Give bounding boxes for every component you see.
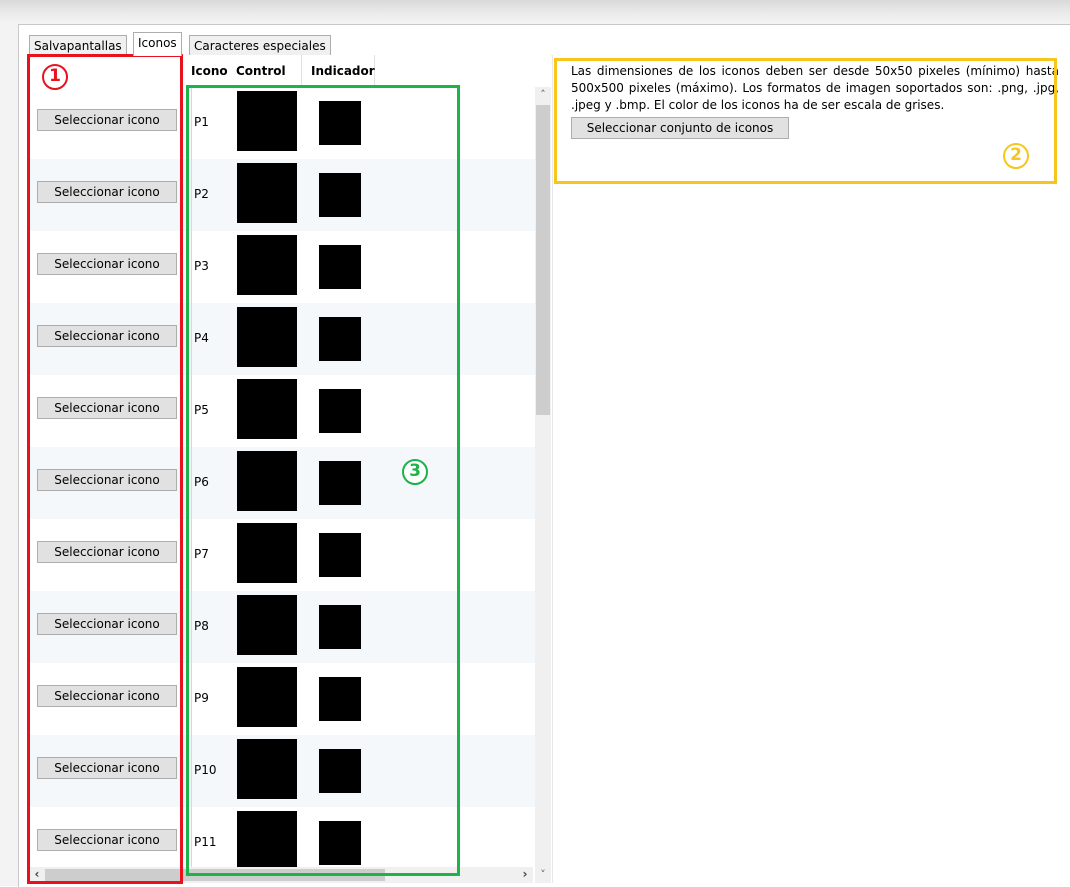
control-icon-preview — [237, 91, 297, 151]
table-row: Seleccionar icono P4 — [29, 303, 549, 375]
column-header-control: Control — [232, 55, 302, 87]
table-row: Seleccionar icono P8 — [29, 591, 549, 663]
indicator-icon-preview — [319, 245, 361, 289]
select-icon-button[interactable]: Seleccionar icono — [37, 757, 177, 779]
indicator-icon-preview — [319, 533, 361, 577]
indicator-icon-preview — [319, 389, 361, 433]
indicator-icon-preview — [319, 677, 361, 721]
settings-window: Salvapantallas Iconos Caracteres especia… — [18, 24, 1070, 887]
select-icon-button[interactable]: Seleccionar icono — [37, 613, 177, 635]
control-icon-preview — [237, 667, 297, 727]
select-icon-button[interactable]: Seleccionar icono — [37, 829, 177, 851]
row-label: P2 — [191, 159, 235, 231]
column-header-icono: Icono — [191, 64, 228, 78]
row-label: P7 — [191, 519, 235, 591]
control-icon-preview — [237, 595, 297, 655]
indicator-icon-preview — [319, 173, 361, 217]
table-row: Seleccionar icono P3 — [29, 231, 549, 303]
table-row: Seleccionar icono P9 — [29, 663, 549, 735]
row-label: P9 — [191, 663, 235, 735]
control-icon-preview — [237, 163, 297, 223]
iconos-panel: Icono Control Indicador Seleccionar icon… — [29, 55, 1069, 887]
select-icon-button[interactable]: Seleccionar icono — [37, 685, 177, 707]
control-icon-preview — [237, 235, 297, 295]
grid-header: Icono Control Indicador — [29, 55, 549, 87]
select-icon-button[interactable]: Seleccionar icono — [37, 181, 177, 203]
control-icon-preview — [237, 451, 297, 511]
indicator-icon-preview — [319, 101, 361, 145]
row-label: P8 — [191, 591, 235, 663]
control-icon-preview — [237, 523, 297, 583]
table-row: Seleccionar icono P6 — [29, 447, 549, 519]
row-label: P4 — [191, 303, 235, 375]
annotation-number-3: 3 — [402, 459, 428, 485]
scroll-right-icon[interactable]: › — [517, 867, 533, 883]
select-icon-button[interactable]: Seleccionar icono — [37, 469, 177, 491]
vertical-scrollbar[interactable]: ˄ ˅ — [535, 87, 551, 883]
control-icon-preview — [237, 739, 297, 799]
row-label: P3 — [191, 231, 235, 303]
indicator-icon-preview — [319, 605, 361, 649]
vertical-scroll-thumb[interactable] — [536, 105, 550, 415]
grid-rows: Seleccionar icono P1 Seleccionar icono P2 Se… — [29, 87, 549, 879]
table-row: Seleccionar icono P1 — [29, 87, 549, 159]
panel-divider — [552, 55, 553, 883]
select-icon-button[interactable]: Seleccionar icono — [37, 253, 177, 275]
select-icon-button[interactable]: Seleccionar icono — [37, 397, 177, 419]
indicator-icon-preview — [319, 821, 361, 865]
select-icon-button[interactable]: Seleccionar icono — [37, 541, 177, 563]
table-row: Seleccionar icono P5 — [29, 375, 549, 447]
row-label: P10 — [191, 735, 235, 807]
tab-caracteres-especiales[interactable]: Caracteres especiales — [189, 35, 331, 55]
tab-strip: Salvapantallas Iconos Caracteres especia… — [29, 32, 1069, 56]
control-icon-preview — [237, 379, 297, 439]
icons-grid: Icono Control Indicador Seleccionar icon… — [29, 55, 551, 883]
tab-iconos[interactable]: Iconos — [133, 32, 182, 56]
table-row: Seleccionar icono P7 — [29, 519, 549, 591]
horizontal-scrollbar[interactable]: ‹ › — [29, 867, 533, 883]
scroll-down-icon[interactable]: ˅ — [535, 867, 551, 883]
table-row: Seleccionar icono P10 — [29, 735, 549, 807]
indicator-icon-preview — [319, 461, 361, 505]
horizontal-scroll-thumb[interactable] — [45, 869, 385, 881]
select-icon-button[interactable]: Seleccionar icono — [37, 325, 177, 347]
icon-requirements-text: Las dimensiones de los iconos deben ser … — [571, 64, 1059, 112]
select-icon-button[interactable]: Seleccionar icono — [37, 109, 177, 131]
annotation-number-2: 2 — [1003, 143, 1029, 169]
annotation-number-1: 1 — [42, 64, 68, 90]
control-icon-preview — [237, 811, 297, 871]
scroll-up-icon[interactable]: ˄ — [535, 87, 551, 103]
column-header-indicador: Indicador — [307, 55, 375, 87]
row-label: P5 — [191, 375, 235, 447]
tab-salvapantallas[interactable]: Salvapantallas — [29, 35, 127, 55]
select-icon-set-button[interactable]: Seleccionar conjunto de iconos — [571, 117, 789, 139]
row-label: P6 — [191, 447, 235, 519]
table-row: Seleccionar icono P2 — [29, 159, 549, 231]
row-label: P1 — [191, 87, 235, 159]
icon-set-info: Las dimensiones de los iconos deben ser … — [564, 59, 1059, 179]
scroll-left-icon[interactable]: ‹ — [29, 867, 45, 883]
control-icon-preview — [237, 307, 297, 367]
indicator-icon-preview — [319, 749, 361, 793]
indicator-icon-preview — [319, 317, 361, 361]
